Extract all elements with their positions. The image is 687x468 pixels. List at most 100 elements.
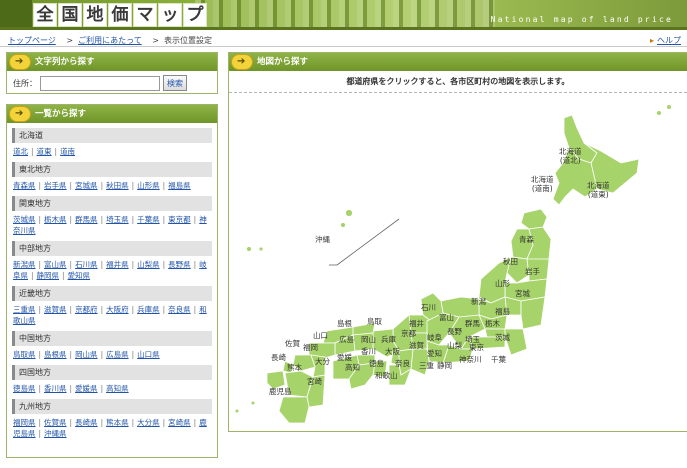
map-label-iwate[interactable]: 岩手 [525, 267, 540, 276]
breadcrumb-top-link[interactable]: トップページ [8, 36, 56, 45]
address-search-input[interactable] [40, 75, 160, 91]
help-link[interactable]: ヘルプ [657, 36, 681, 45]
map-label-miyazaki[interactable]: 宮崎 [307, 377, 322, 386]
prefecture-link[interactable]: 岡山県 [75, 350, 98, 359]
map-label-ibaraki[interactable]: 茨城 [495, 333, 510, 342]
map-label-kumamoto[interactable]: 熊本 [287, 363, 302, 372]
map-label-tokushima[interactable]: 徳島 [369, 359, 384, 368]
map-label-hokkaido-east[interactable]: 北海道 (道東) [587, 181, 610, 199]
prefecture-link[interactable]: 静岡県 [37, 271, 60, 280]
prefecture-link[interactable]: 大阪府 [106, 305, 129, 314]
map-label-hokkaido-north[interactable]: 北海道 (道北) [559, 147, 582, 165]
site-title-char[interactable]: 国 [58, 3, 82, 27]
prefecture-link[interactable]: 新潟県 [13, 260, 36, 269]
map-label-fukuoka[interactable]: 福岡 [303, 343, 318, 352]
prefecture-link[interactable]: 山形県 [137, 181, 160, 190]
prefecture-link[interactable]: 広島県 [106, 350, 129, 359]
prefecture-link[interactable]: 福井県 [106, 260, 129, 269]
site-title-char[interactable]: プ [183, 3, 207, 27]
prefecture-link[interactable]: 長野県 [168, 260, 191, 269]
prefecture-link[interactable]: 愛媛県 [75, 384, 98, 393]
map-label-nagano[interactable]: 長野 [447, 327, 462, 336]
map-label-fukushima[interactable]: 福島 [495, 307, 510, 316]
prefecture-link[interactable]: 石川県 [75, 260, 98, 269]
prefecture-link[interactable]: 東京都 [168, 215, 191, 224]
prefecture-link[interactable]: 埼玉県 [106, 215, 129, 224]
map-label-kagawa[interactable]: 香川 [361, 347, 376, 356]
map-label-niigata[interactable]: 新潟 [471, 297, 486, 306]
map-label-aichi[interactable]: 愛知 [427, 349, 442, 358]
map-label-kochi[interactable]: 高知 [345, 363, 360, 372]
prefecture-link[interactable]: 宮城県 [75, 181, 98, 190]
prefecture-link[interactable]: 道南 [60, 147, 75, 156]
map-label-hyogo[interactable]: 兵庫 [381, 335, 396, 344]
map-label-gunma[interactable]: 群馬 [465, 319, 480, 328]
prefecture-link[interactable]: 福岡県 [13, 418, 36, 427]
prefecture-link[interactable]: 沖縄県 [44, 429, 67, 438]
japan-map[interactable]: 北海道 (道北) 北海道 (道南) 北海道 (道東) 沖縄 青森秋田 岩手山形 宮城新潟 福島… [229, 93, 687, 429]
prefecture-link[interactable]: 三重県 [13, 305, 36, 314]
breadcrumb-usage-link[interactable]: ご利用にあたって [78, 36, 142, 45]
prefecture-link[interactable]: 道東 [37, 147, 52, 156]
prefecture-link[interactable]: 秋田県 [106, 181, 129, 190]
prefecture-link[interactable]: 山口県 [137, 350, 160, 359]
map-label-kyoto[interactable]: 京都 [401, 329, 416, 338]
map-label-tottori[interactable]: 鳥取 [367, 317, 382, 326]
map-label-akita[interactable]: 秋田 [503, 257, 518, 266]
map-label-aomori[interactable]: 青森 [519, 235, 534, 244]
prefecture-link[interactable]: 群馬県 [75, 215, 98, 224]
prefecture-link[interactable]: 宮崎県 [168, 418, 191, 427]
prefecture-link[interactable]: 千葉県 [137, 215, 160, 224]
prefecture-link[interactable]: 香川県 [44, 384, 67, 393]
map-label-okayama[interactable]: 岡山 [361, 335, 376, 344]
prefecture-link[interactable]: 奈良県 [168, 305, 191, 314]
map-label-tokyo[interactable]: 東京 [469, 343, 484, 352]
prefecture-link[interactable]: 高知県 [106, 384, 129, 393]
map-label-miyagi[interactable]: 宮城 [515, 289, 530, 298]
prefecture-link[interactable]: 佐賀県 [44, 418, 67, 427]
prefecture-link[interactable]: 兵庫県 [137, 305, 160, 314]
map-label-shimane[interactable]: 島根 [337, 319, 352, 328]
site-title-char[interactable]: 全 [33, 3, 57, 27]
map-label-shiga[interactable]: 滋賀 [409, 341, 424, 350]
site-title-char[interactable]: 地 [83, 3, 107, 27]
map-label-yamagata[interactable]: 山形 [495, 279, 510, 288]
map-label-wakayama[interactable]: 和歌山 [375, 371, 398, 380]
prefecture-link[interactable]: 大分県 [137, 418, 160, 427]
prefecture-link[interactable]: 徳島県 [13, 384, 36, 393]
prefecture-link[interactable]: 京都府 [75, 305, 98, 314]
map-label-osaka[interactable]: 大阪 [385, 347, 400, 356]
map-label-nagasaki[interactable]: 長崎 [271, 353, 286, 362]
site-title-char[interactable]: ッ [158, 3, 182, 27]
map-label-saga[interactable]: 佐賀 [285, 339, 300, 348]
prefecture-link[interactable]: 鳥取県 [13, 350, 36, 359]
prefecture-link[interactable]: 滋賀県 [44, 305, 67, 314]
map-label-kanagawa[interactable]: 神奈川 [459, 355, 482, 364]
prefecture-link[interactable]: 島根県 [44, 350, 67, 359]
map-label-tochigi[interactable]: 栃木 [485, 319, 500, 328]
prefecture-link[interactable]: 福島県 [168, 181, 191, 190]
prefecture-link[interactable]: 愛知県 [68, 271, 91, 280]
prefecture-link[interactable]: 長崎県 [75, 418, 98, 427]
prefecture-link[interactable]: 青森県 [13, 181, 36, 190]
prefecture-link[interactable]: 道北 [13, 147, 28, 156]
map-label-fukui[interactable]: 福井 [409, 319, 424, 328]
prefecture-link[interactable]: 熊本県 [106, 418, 129, 427]
map-label-kagoshima[interactable]: 鹿児島 [269, 387, 292, 396]
site-title-char[interactable]: マ [133, 3, 157, 27]
map-label-yamaguchi[interactable]: 山口 [313, 331, 328, 340]
map-label-mie[interactable]: 三重 [419, 361, 434, 370]
prefecture-link[interactable]: 岩手県 [44, 181, 67, 190]
map-label-hokkaido-south[interactable]: 北海道 (道南) [531, 175, 554, 193]
map-label-okinawa[interactable]: 沖縄 [315, 235, 330, 244]
site-title-char[interactable]: 価 [108, 3, 132, 27]
map-label-chiba[interactable]: 千葉 [491, 355, 506, 364]
prefecture-link[interactable]: 栃木県 [44, 215, 67, 224]
map-label-ishikawa[interactable]: 石川 [421, 303, 436, 312]
map-label-ehime[interactable]: 愛媛 [337, 353, 352, 362]
map-label-gifu[interactable]: 岐阜 [427, 333, 442, 342]
map-label-shizuoka[interactable]: 静岡 [437, 361, 452, 370]
map-label-nara[interactable]: 奈良 [395, 359, 410, 368]
prefecture-link[interactable]: 茨城県 [13, 215, 36, 224]
prefecture-link[interactable]: 山梨県 [137, 260, 160, 269]
